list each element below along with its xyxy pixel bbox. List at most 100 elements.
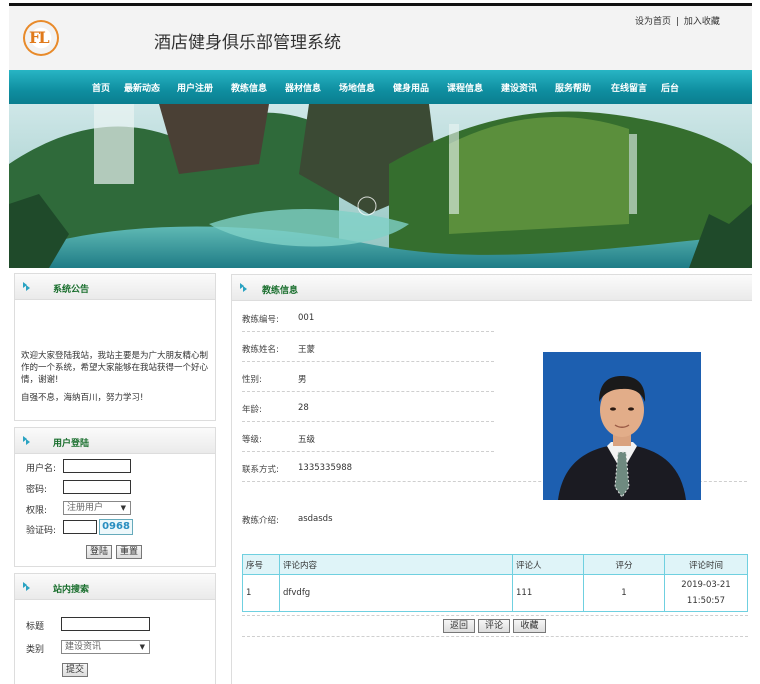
arrow-icon (240, 283, 248, 292)
search-title: 站内搜索 (53, 585, 90, 595)
search-category-label: 类别 (26, 645, 45, 655)
login-button[interactable]: 登陆 (86, 545, 112, 559)
field-gender: 性别: 男 (242, 362, 494, 392)
cell-content: dfvdfg (279, 574, 513, 612)
username-input[interactable] (63, 459, 131, 473)
comments-table: 序号 评论内容 评论人 评分 评论时间 1 dfvdfg 111 1 2019-… (242, 554, 748, 612)
field-coach-name: 教练姓名: 王蒙 (242, 332, 494, 362)
login-panel: 用户登陆 用户名: 密码: 权限: 注册用户 ▼ 验证码: 0968 登陆 重置 (14, 427, 216, 567)
logo-text: FL (29, 28, 50, 47)
notice-panel: 系统公告 欢迎大家登陆我站，我站主要是为广大朋友精心制作的一个系统，希望大家能够… (14, 273, 216, 421)
nav-coach-info[interactable]: 教练信息 (231, 81, 267, 94)
field-value: 28 (298, 403, 309, 413)
cell-date: 2019-03-21 (681, 580, 731, 590)
nav-equipment-info[interactable]: 器材信息 (285, 81, 321, 94)
nav-user-register[interactable]: 用户注册 (177, 81, 213, 94)
table-row: 1 dfvdfg 111 1 2019-03-21 11:50:57 (242, 574, 748, 612)
coach-photo (543, 352, 701, 500)
nav-help[interactable]: 服务帮助 (555, 81, 591, 94)
login-panel-header: 用户登陆 (15, 428, 215, 454)
cell-time: 2019-03-21 11:50:57 (664, 574, 748, 612)
field-level: 等级: 五级 (242, 422, 494, 452)
site-title: 酒店健身俱乐部管理系统 (154, 33, 341, 53)
favorite-button[interactable]: 收藏 (513, 619, 546, 633)
nav-fitness-supplies[interactable]: 健身用品 (393, 81, 429, 94)
coach-portrait (543, 352, 701, 500)
username-label: 用户名: (26, 464, 57, 474)
captcha-image[interactable]: 0968 (99, 519, 133, 535)
nav-course-info[interactable]: 课程信息 (447, 81, 483, 94)
site-header: FL 酒店健身俱乐部管理系统 设为首页 | 加入收藏 (9, 6, 752, 70)
captcha-input[interactable] (63, 520, 97, 534)
arrow-icon (23, 436, 31, 445)
nav-home[interactable]: 首页 (92, 81, 110, 94)
comment-button[interactable]: 评论 (478, 619, 510, 633)
intro-value: asdasds (298, 514, 333, 524)
cell-score: 1 (583, 574, 665, 612)
coach-info-title: 教练信息 (262, 286, 299, 296)
field-value: 五级 (298, 435, 316, 445)
chevron-down-icon: ▼ (139, 643, 145, 651)
field-value: 001 (298, 313, 315, 323)
reset-button[interactable]: 重置 (116, 545, 142, 559)
field-label: 等级: (242, 435, 262, 445)
banner-image (9, 104, 752, 268)
col-score: 评分 (583, 554, 665, 575)
intro-label: 教练介绍: (242, 516, 279, 526)
col-time: 评论时间 (664, 554, 748, 575)
arrow-icon (23, 582, 31, 591)
field-label: 性别: (242, 375, 262, 385)
col-commenter: 评论人 (512, 554, 584, 575)
col-content: 评论内容 (279, 554, 513, 575)
nav-latest-news[interactable]: 最新动态 (124, 81, 160, 94)
field-value: 男 (298, 375, 307, 385)
captcha-label: 验证码: (26, 526, 57, 536)
site-logo[interactable]: FL (23, 20, 59, 56)
field-intro: 教练介绍: asdasds (242, 502, 747, 534)
table-header-row: 序号 评论内容 评论人 评分 评论时间 (242, 554, 748, 575)
field-coach-id: 教练编号: 001 (242, 302, 494, 332)
set-homepage-link[interactable]: 设为首页 (635, 17, 671, 27)
password-label: 密码: (26, 485, 48, 495)
field-label: 教练姓名: (242, 345, 279, 355)
add-favorite-link[interactable]: 加入收藏 (684, 17, 720, 27)
search-submit-button[interactable]: 提交 (62, 663, 88, 677)
banner-landscape (9, 104, 752, 268)
coach-info-panel: 教练信息 教练编号: 001 教练姓名: 王蒙 性别: 男 年龄: 28 等级:… (231, 274, 752, 684)
col-index: 序号 (242, 554, 280, 575)
search-panel-header: 站内搜索 (15, 574, 215, 600)
search-category-select[interactable]: 建设资讯 ▼ (61, 640, 150, 654)
top-links: 设为首页 | 加入收藏 (635, 14, 720, 27)
field-value: 王蒙 (298, 345, 316, 355)
notice-panel-header: 系统公告 (15, 274, 215, 300)
field-value: 1335335988 (298, 463, 353, 473)
table-bottom-divider (242, 615, 748, 616)
role-select[interactable]: 注册用户 ▼ (63, 501, 131, 515)
field-label: 教练编号: (242, 315, 279, 325)
nav-construction-news[interactable]: 建设资讯 (501, 81, 537, 94)
role-select-value: 注册用户 (67, 503, 104, 513)
cell-index: 1 (242, 574, 280, 612)
bottom-divider (242, 636, 748, 637)
nav-venue-info[interactable]: 场地信息 (339, 81, 375, 94)
search-title-label: 标题 (26, 622, 45, 632)
notice-motto: 自强不息，海纳百川，努力学习! (21, 393, 144, 403)
arrow-icon (23, 282, 31, 291)
search-panel: 站内搜索 标题 类别 建设资讯 ▼ 提交 (14, 573, 216, 684)
field-age: 年龄: 28 (242, 392, 494, 422)
notice-text: 欢迎大家登陆我站，我站主要是为广大朋友精心制作的一个系统，希望大家能够在我站获得… (21, 351, 209, 385)
login-title: 用户登陆 (53, 439, 90, 449)
role-label: 权限: (26, 506, 48, 516)
chevron-down-icon: ▼ (120, 504, 126, 512)
cell-commenter: 111 (512, 574, 584, 612)
notice-title: 系统公告 (53, 285, 90, 295)
back-button[interactable]: 返回 (443, 619, 475, 633)
nav-message[interactable]: 在线留言 (611, 81, 647, 94)
field-label: 年龄: (242, 405, 262, 415)
field-label: 联系方式: (242, 465, 279, 475)
search-title-input[interactable] (61, 617, 150, 631)
search-category-value: 建设资讯 (65, 642, 102, 652)
link-separator: | (675, 17, 679, 27)
nav-admin[interactable]: 后台 (661, 81, 679, 94)
password-input[interactable] (63, 480, 131, 494)
